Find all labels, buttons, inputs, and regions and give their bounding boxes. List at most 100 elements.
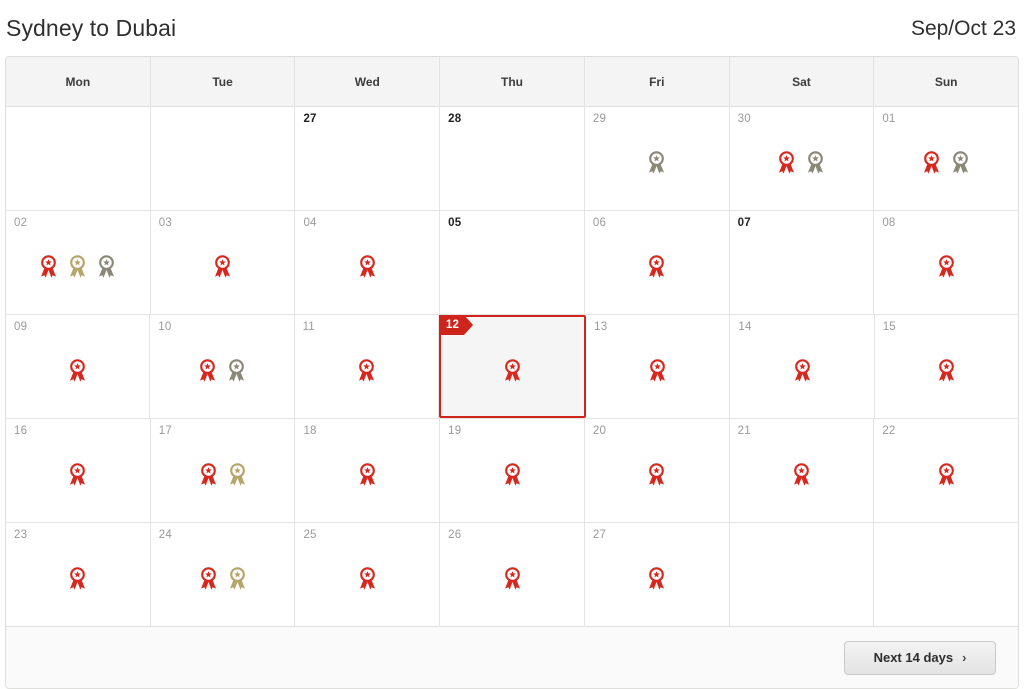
calendar-day-cell[interactable]: 06 (584, 211, 730, 314)
award-ribbon-icon (199, 359, 215, 382)
calendar-day-cell[interactable]: 29 (584, 107, 730, 210)
calendar-day-cell-empty (729, 523, 875, 626)
calendar-day-cell[interactable]: 26 (440, 523, 585, 626)
award-ribbon-icon (215, 255, 231, 278)
calendar-day-cell[interactable]: 28 (440, 107, 585, 210)
award-ribbon-icon (953, 151, 969, 174)
day-number: 06 (592, 217, 607, 229)
calendar-day-cell[interactable]: 03 (150, 211, 296, 314)
day-number: 28 (448, 113, 462, 125)
award-icon-group (150, 359, 293, 382)
calendar-day-cell[interactable]: 16 (6, 419, 151, 522)
award-ribbon-icon (200, 567, 216, 590)
award-icon-group (295, 567, 439, 590)
calendar-day-cell[interactable]: 30 (729, 107, 875, 210)
award-ribbon-icon (808, 151, 824, 174)
calendar-day-cell[interactable]: 18 (295, 419, 441, 522)
calendar-footer: Next 14 days › (6, 626, 1018, 688)
award-icon-group (151, 567, 295, 590)
award-ribbon-icon (228, 359, 244, 382)
selected-day-flag: 12 (438, 315, 474, 335)
calendar-day-cell[interactable]: 22 (874, 419, 1018, 522)
day-number: 21 (737, 425, 751, 437)
calendar-day-cell[interactable]: 24 (150, 523, 296, 626)
calendar-day-cell[interactable]: 13 (586, 315, 731, 418)
calendar-day-cell[interactable]: 27 (584, 523, 730, 626)
award-ribbon-icon (649, 463, 665, 486)
day-number: 23 (14, 529, 28, 541)
day-number: 26 (448, 529, 462, 541)
day-number: 04 (303, 217, 317, 229)
award-ribbon-icon (504, 567, 520, 590)
calendar-day-cell[interactable]: 21 (729, 419, 875, 522)
award-ribbon-icon (359, 463, 375, 486)
calendar-day-cell[interactable]: 05 (440, 211, 585, 314)
day-number: 11 (302, 321, 315, 333)
calendar-day-cell[interactable]: 20 (584, 419, 730, 522)
day-number: 29 (592, 113, 607, 125)
award-ribbon-icon (70, 463, 86, 486)
calendar-day-cell[interactable]: 09 (6, 315, 151, 418)
calendar-day-cell[interactable]: 27 (295, 107, 441, 210)
award-icon-group (295, 463, 439, 486)
calendar-day-cell[interactable]: 14 (730, 315, 875, 418)
award-ribbon-icon (793, 463, 809, 486)
day-number: 24 (158, 529, 172, 541)
award-icon-group (585, 151, 729, 174)
award-ribbon-icon (359, 567, 375, 590)
award-icon-group (151, 255, 295, 278)
award-icon-group (875, 359, 1018, 382)
award-ribbon-icon (650, 359, 666, 382)
day-number: 14 (738, 321, 752, 333)
calendar-day-cell[interactable]: 25 (295, 523, 441, 626)
award-ribbon-icon (779, 151, 795, 174)
award-icon-group (585, 255, 729, 278)
award-ribbon-icon (70, 359, 86, 382)
award-ribbon-icon (70, 255, 86, 278)
calendar-day-cell[interactable]: 04 (295, 211, 441, 314)
day-number: 25 (303, 529, 317, 541)
award-icon-group (6, 463, 150, 486)
award-ribbon-icon (70, 567, 86, 590)
calendar-day-cell[interactable]: 23 (6, 523, 151, 626)
weekday-header-sun: Sun (934, 74, 958, 89)
page-title: Sydney to Dubai (6, 14, 177, 41)
award-icon-group (730, 463, 874, 486)
calendar-week-row: 27 28 29 30 01 (6, 107, 1018, 211)
award-ribbon-icon (938, 359, 954, 382)
day-number: 22 (882, 425, 896, 437)
award-icon-group (295, 359, 438, 382)
calendar-day-cell[interactable]: 17 (150, 419, 296, 522)
calendar-day-cell-selected[interactable]: 12 (438, 315, 587, 418)
award-icon-group (6, 359, 149, 382)
day-number: 20 (592, 425, 607, 437)
calendar-day-cell[interactable]: 08 (874, 211, 1018, 314)
award-ribbon-icon (504, 463, 520, 486)
award-ribbon-icon (229, 463, 245, 486)
calendar-day-cell[interactable]: 15 (874, 315, 1018, 418)
award-icon-group (585, 463, 729, 486)
day-number: 30 (737, 113, 751, 125)
award-ribbon-icon (358, 359, 374, 382)
award-icon-group (586, 359, 729, 382)
calendar-day-cell[interactable]: 02 (6, 211, 151, 314)
award-ribbon-icon (649, 151, 665, 174)
award-ribbon-icon (99, 255, 115, 278)
weekday-header-mon: Mon (6, 57, 151, 106)
flag-point-shape (464, 315, 474, 335)
calendar-day-cell[interactable]: 07 (729, 211, 875, 314)
calendar-day-cell[interactable]: 11 (294, 315, 439, 418)
award-ribbon-icon (504, 359, 520, 382)
day-number: 18 (303, 425, 317, 437)
calendar-day-cell[interactable]: 01 (874, 107, 1018, 210)
day-number: 17 (158, 425, 172, 437)
award-icon-group (151, 463, 295, 486)
next-14-days-button[interactable]: Next 14 days › (844, 640, 996, 675)
award-ribbon-icon (229, 567, 245, 590)
calendar-day-cell[interactable]: 19 (440, 419, 585, 522)
calendar-week-row: 16 17 18 19 20 21 22 (6, 419, 1018, 523)
calendar-week-row: 02 03 04 05 06 07 08 (6, 211, 1018, 315)
day-number: 15 (882, 321, 896, 333)
calendar-weeks: 27 28 29 30 01 02 03 04 05 06 07 08 09 10 11 12 13 14 15 16… (6, 107, 1018, 626)
calendar-day-cell[interactable]: 10 (150, 315, 295, 418)
